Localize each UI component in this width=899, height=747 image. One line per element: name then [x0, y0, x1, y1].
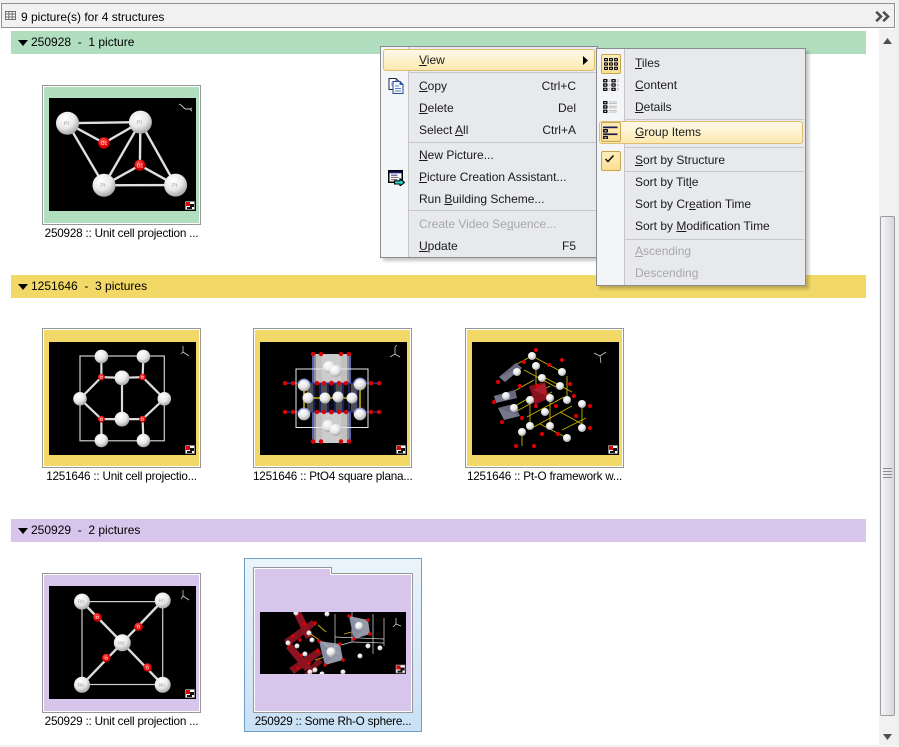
svg-text:O: O — [105, 656, 109, 661]
svg-text:O1: O1 — [101, 141, 108, 147]
svg-text:Rh: Rh — [158, 599, 165, 605]
svg-text:O: O — [100, 417, 104, 422]
svg-text:Pt: Pt — [172, 183, 178, 189]
svg-text:Pt: Pt — [137, 120, 143, 126]
svg-text:O: O — [146, 665, 150, 670]
svg-text:O: O — [141, 375, 145, 380]
svg-text:Rh: Rh — [158, 683, 165, 689]
svg-text:Pt: Pt — [100, 183, 106, 189]
svg-text:O: O — [100, 375, 104, 380]
svg-text:Rh: Rh — [78, 600, 85, 606]
svg-text:Rh: Rh — [118, 641, 125, 647]
svg-text:O: O — [137, 625, 141, 630]
svg-text:O: O — [141, 417, 145, 422]
svg-text:Pt: Pt — [64, 121, 70, 127]
svg-text:O1: O1 — [137, 163, 144, 169]
svg-text:Rh: Rh — [78, 683, 85, 689]
svg-text:O: O — [96, 615, 100, 620]
